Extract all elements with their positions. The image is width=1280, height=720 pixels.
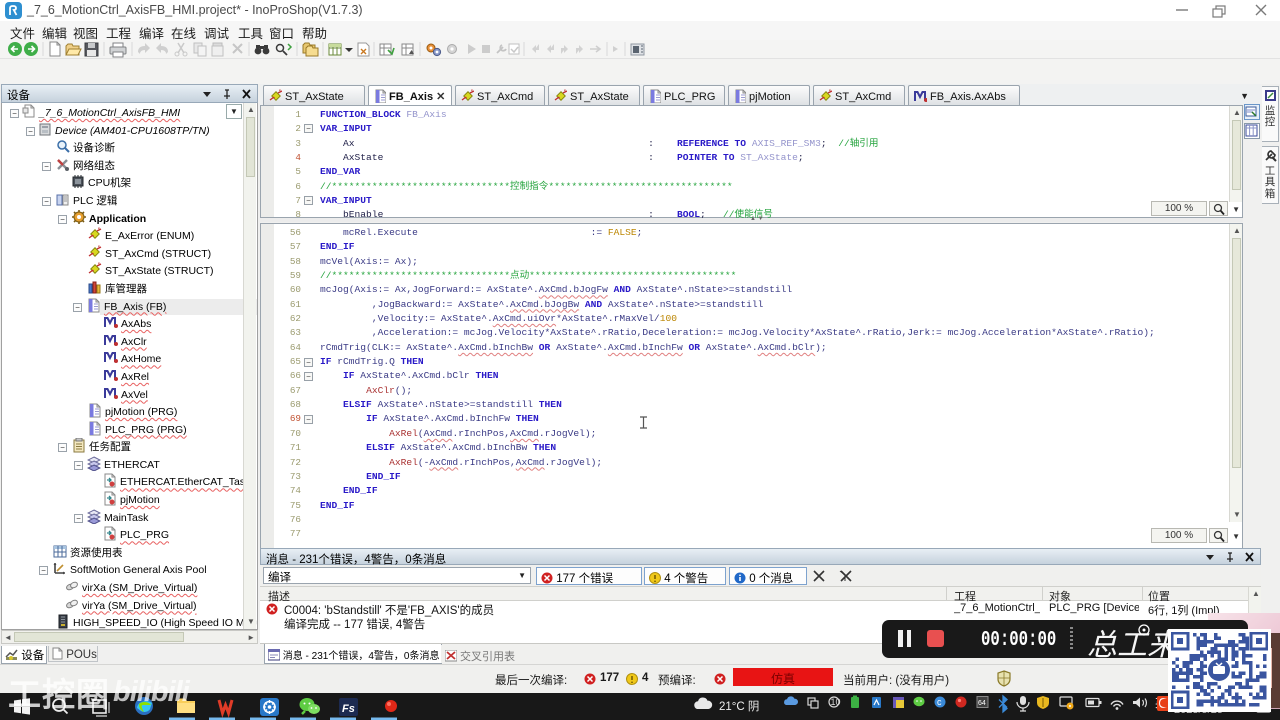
svg-text:21°C 阴: 21°C 阴 — [719, 700, 759, 713]
svg-text:Fs: Fs — [342, 703, 355, 715]
svg-text:64: 64 — [978, 700, 986, 707]
svg-text:10: 10 — [831, 697, 841, 707]
svg-text:c: c — [937, 697, 942, 707]
